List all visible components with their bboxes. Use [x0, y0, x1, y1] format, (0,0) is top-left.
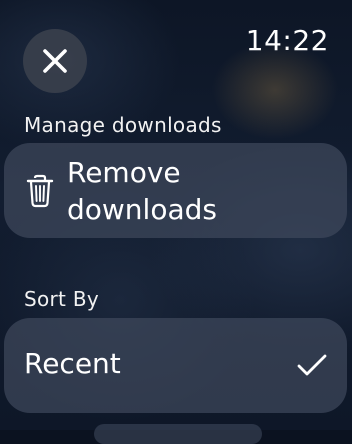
- close-button[interactable]: [23, 29, 87, 93]
- close-icon: [43, 49, 67, 73]
- remove-downloads-label: Remove downloads: [67, 154, 327, 228]
- sort-option-recent[interactable]: Recent: [4, 318, 347, 413]
- manage-downloads-heading: Manage downloads: [24, 113, 222, 137]
- remove-downloads-label-line2: downloads: [67, 193, 217, 226]
- sort-by-heading: Sort By: [24, 287, 100, 311]
- sort-option-recent-label: Recent: [24, 347, 121, 380]
- next-option-peek[interactable]: [94, 424, 262, 444]
- remove-downloads-label-line1: Remove: [67, 156, 181, 189]
- trash-icon: [26, 174, 54, 208]
- checkmark-icon: [297, 354, 327, 376]
- remove-downloads-button[interactable]: Remove downloads: [4, 143, 347, 238]
- status-time: 14:22: [245, 24, 329, 57]
